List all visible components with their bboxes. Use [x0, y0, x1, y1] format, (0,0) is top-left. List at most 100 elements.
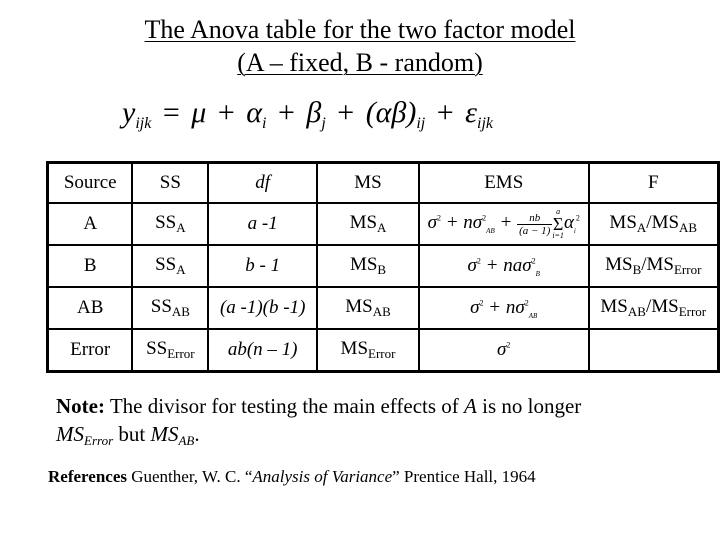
formula-epsilon-sub: ijk	[477, 115, 493, 132]
anova-table: Source SS df MS EMS F A SSA a -1 MSA σ2 …	[46, 161, 720, 373]
formula-interaction: (αβ)	[365, 96, 417, 129]
table-row: B SSA b - 1 MSB σ2 + naσ2B MSB/MSError	[46, 244, 720, 288]
note-ms-ab: MS	[150, 422, 179, 446]
note-ms-error: MS	[56, 422, 84, 446]
header-source: Source	[46, 161, 134, 204]
ss-sub: A	[176, 220, 186, 235]
cell-df: b - 1	[207, 244, 319, 288]
ss-sub: A	[176, 262, 186, 277]
ss-text: SS	[146, 338, 168, 359]
header-ms: MS	[316, 161, 420, 204]
f-num-sub: AB	[627, 304, 646, 319]
formula-plus: +	[337, 96, 355, 129]
ems-formula-error: σ2	[497, 339, 511, 360]
table-row: A SSA a -1 MSA σ2 + nσ2AB + nb (a − 1) a Σi…	[46, 202, 720, 246]
title-line-2: (A – fixed, B - random)	[0, 47, 720, 78]
header-ems: EMS	[417, 161, 590, 204]
ems-formula-b: σ2 + naσ2B	[467, 254, 540, 278]
table-header-row: Source SS df MS EMS F	[46, 161, 720, 204]
f-den-sub: Error	[673, 262, 702, 277]
ems-formula-ab: σ2 + nσ2AB	[470, 296, 538, 320]
references-rest: ” Prentice Hall, 1964	[392, 467, 536, 486]
note-ms-error-sub: Error	[84, 433, 114, 448]
formula-interaction-sub: ij	[416, 115, 426, 132]
table-row: AB SSAB (a -1)(b -1) MSAB σ2 + nσ2AB MSA…	[46, 286, 720, 330]
cell-source: Error	[46, 328, 134, 373]
ms-text: MS	[349, 254, 378, 275]
f-den: MS	[651, 212, 680, 233]
note-var: A	[464, 394, 477, 418]
formula-mu: μ	[191, 96, 207, 129]
ms-text: MS	[349, 212, 378, 233]
cell-ems: σ2 + nσ2AB	[417, 286, 590, 330]
ms-sub: B	[377, 262, 387, 277]
cell-f: MSA/MSAB	[587, 202, 720, 246]
title-text-1: The Anova table for the two factor model	[144, 15, 576, 44]
formula-lhs-sub: ijk	[135, 115, 152, 132]
title-text-2: (A – fixed, B - random)	[237, 48, 483, 77]
ss-text: SS	[155, 254, 177, 275]
f-num: MS	[605, 254, 633, 275]
header-ss: SS	[131, 161, 210, 204]
ems-formula-a: σ2 + nσ2AB + nb (a − 1) a Σi=1αi2	[427, 207, 580, 240]
header-df: df	[207, 161, 319, 204]
references-label: References	[48, 467, 127, 486]
cell-ems: σ2	[417, 328, 590, 373]
header-f: F	[587, 161, 720, 204]
note-label: Note:	[56, 394, 105, 418]
cell-ss: SSError	[131, 328, 210, 373]
formula-beta-sub: j	[321, 115, 326, 132]
f-den-sub: Error	[678, 304, 707, 319]
f-den: MS	[646, 254, 674, 275]
f-num: MS	[609, 212, 637, 233]
formula-plus: +	[436, 96, 454, 129]
cell-f: MSAB/MSError	[587, 286, 720, 330]
model-formula: yijk = μ + αi + βj + (αβ)ij + εijk	[122, 96, 493, 133]
cell-ems: σ2 + nσ2AB + nb (a − 1) a Σi=1αi2	[417, 202, 590, 246]
note-mid: but	[113, 422, 151, 446]
cell-source: B	[46, 244, 134, 288]
ms-sub: AB	[372, 304, 391, 319]
ss-text: SS	[150, 296, 172, 317]
cell-f: MSB/MSError	[587, 244, 720, 288]
cell-f-empty	[587, 328, 720, 373]
formula-plus: +	[277, 96, 295, 129]
note-end: .	[194, 422, 200, 446]
formula-plus: +	[217, 96, 235, 129]
f-num: MS	[600, 296, 628, 317]
formula-equals: =	[162, 96, 180, 129]
f-den: MS	[651, 296, 679, 317]
cell-ms: MSAB	[316, 286, 420, 330]
cell-df: a -1	[207, 202, 319, 246]
cell-ems: σ2 + naσ2B	[417, 244, 590, 288]
ms-text: MS	[340, 338, 369, 359]
note-paragraph: Note: The divisor for testing the main e…	[56, 392, 696, 455]
title-line-1: The Anova table for the two factor model	[0, 14, 720, 45]
references: References Guenther, W. C. “Analysis of …	[48, 467, 536, 487]
cell-ms: MSError	[316, 328, 420, 373]
cell-ms: MSA	[316, 202, 420, 246]
ss-sub: Error	[167, 346, 195, 361]
cell-source: A	[46, 202, 134, 246]
formula-epsilon: ε	[465, 96, 477, 129]
f-num-sub: B	[632, 262, 642, 277]
references-book: Analysis of Variance	[252, 467, 393, 486]
ms-text: MS	[345, 296, 373, 317]
cell-ss: SSA	[131, 202, 210, 246]
references-author: Guenther, W. C. “	[126, 467, 253, 486]
cell-ms: MSB	[316, 244, 420, 288]
cell-source: AB	[46, 286, 134, 330]
formula-alpha: α	[246, 96, 262, 129]
table-row: Error SSError ab(n – 1) MSError σ2	[46, 328, 720, 373]
f-den-sub: AB	[679, 220, 698, 235]
note-ms-ab-sub: AB	[178, 433, 195, 448]
ms-sub: Error	[368, 346, 396, 361]
formula-lhs: y	[122, 96, 136, 129]
cell-ss: SSA	[131, 244, 210, 288]
formula-alpha-sub: i	[261, 115, 267, 132]
formula-beta: β	[306, 96, 322, 129]
note-text-2: is no longer	[476, 394, 582, 418]
ss-text: SS	[155, 212, 177, 233]
cell-ss: SSAB	[131, 286, 210, 330]
note-text-1: The divisor for testing the main effects…	[104, 394, 465, 418]
